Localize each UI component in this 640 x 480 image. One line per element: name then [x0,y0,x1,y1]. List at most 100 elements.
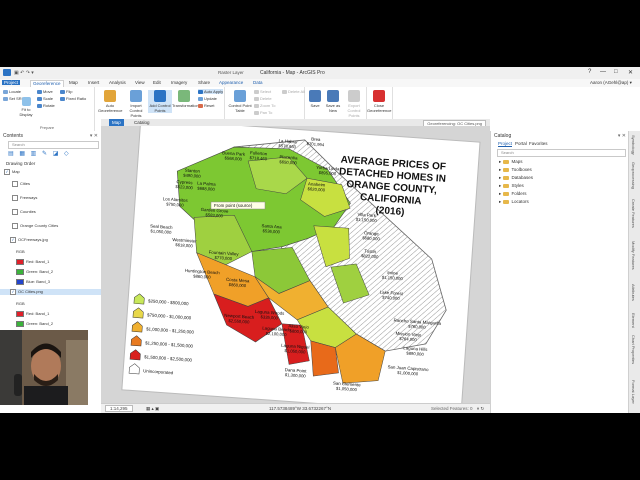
tab-view[interactable]: View [133,80,147,85]
tab-georeference[interactable]: Georeference [30,80,64,87]
contents-search-input[interactable]: Search [8,141,99,149]
import-control-points-button[interactable]: Import Control Points [124,90,148,118]
layer-checkbox[interactable] [12,209,18,215]
layer-checkbox[interactable] [12,223,18,229]
layer-checkbox[interactable] [12,181,18,187]
map-canvas[interactable]: AVERAGE PRICES OF DETACHED HOMES IN ORAN… [101,126,490,403]
tab-catalog-view[interactable]: Catalog [131,119,153,126]
catalog-item[interactable]: ▸ Locators [499,199,529,205]
contents-toolbar-icon[interactable]: ▤ ▦ ▥ ✎ ◪ ◇ [8,150,71,157]
tab-map[interactable]: Map [67,80,80,85]
auto-georeference-button[interactable]: Auto Georeference [98,90,122,113]
side-panel-tab[interactable]: Create Features [631,199,636,228]
fixed-ratio-button[interactable]: Fixed Ratio [60,96,86,101]
layer-item[interactable]: ✓ Map [4,169,20,175]
tab-insert[interactable]: Insert [86,80,101,85]
layer-checkbox[interactable]: ✓ [10,289,16,295]
tab-project[interactable]: Project [2,80,21,85]
export-control-points-button[interactable]: Export Control Points [342,90,366,118]
layer-item[interactable]: RGB [16,301,25,307]
close-georeference-button[interactable]: Close Georeference [367,90,391,113]
layer-checkbox[interactable] [12,195,18,201]
side-panel-tab[interactable]: Modify Features [631,241,636,270]
tab-share[interactable]: Share [196,80,212,85]
layer-item[interactable]: Green: Band_2 [16,321,53,327]
layer-item[interactable]: Counties [12,209,36,215]
layer-item[interactable]: Green: Band_2 [16,269,53,275]
locate-button[interactable]: Locate [3,89,21,94]
expand-icon[interactable]: ▸ [499,175,503,180]
expand-icon[interactable]: ▸ [499,159,503,164]
tab-map-view[interactable]: Map [109,119,124,126]
layer-item[interactable]: ✓ OC Cities.png [0,289,110,295]
help-icon[interactable]: ? [588,69,591,75]
catalog-tab-favorites[interactable]: Favorites [529,141,548,146]
minimize-button[interactable]: — [600,69,606,75]
expand-icon[interactable]: ▸ [499,183,503,188]
layer-item[interactable]: Red: Band_1 [16,259,49,265]
expand-icon[interactable]: ▸ [499,191,503,196]
map-view[interactable]: AVERAGE PRICES OF DETACHED HOMES IN ORAN… [101,126,490,403]
catalog-item[interactable]: ▸ Toolboxes [499,167,532,173]
tab-edit[interactable]: Edit [151,80,163,85]
catalog-item[interactable]: ▸ Maps [499,159,523,165]
fit-to-display-button[interactable]: Fit to Display [18,97,34,117]
pause-drawing-icon[interactable]: ⏸ ↻ [477,406,484,412]
catalog-item[interactable]: ▸ Folders [499,191,527,197]
tab-imagery[interactable]: Imagery [169,80,189,85]
flip-button[interactable]: Flip [60,89,72,94]
layer-label: Freeways [20,195,38,201]
status-tools-icon[interactable]: ▦ ▴ ▣ [146,406,159,412]
layer-item[interactable]: Freeways [12,195,37,201]
side-panel-tab[interactable]: Format Layer [631,380,636,404]
catalog-item[interactable]: ▸ Databases [499,175,533,181]
tab-appearance[interactable]: Appearance [217,80,245,85]
scale-button[interactable]: Scale [37,96,53,101]
update-button[interactable]: Update [198,96,217,101]
auto-apply-toggle[interactable]: Auto Apply [198,89,224,94]
layer-item[interactable]: RGB [16,249,25,255]
catalog-options-icon[interactable]: ▾ ✕ [618,133,626,139]
reset-button[interactable]: Reset [198,103,214,108]
add-control-points-button[interactable]: Add Control Points [148,90,172,113]
close-window-button[interactable]: ✕ [628,69,633,76]
user-account[interactable]: Aaron (AGehl@ap) ▾ [588,80,634,86]
save-button[interactable]: Save [306,90,324,108]
transformation-button[interactable]: Transformation [172,90,199,108]
layer-item[interactable]: Blue: Band_3 [16,279,50,285]
layer-item[interactable]: Red: Band_1 [16,311,49,317]
layer-checkbox[interactable]: ✓ [4,169,10,175]
side-panel-tab[interactable]: Geoprocessing [631,162,636,189]
catalog-tab-project[interactable]: Project [498,141,513,147]
layer-item[interactable]: Orange County Cities [12,223,58,229]
layer-item[interactable]: Cities [12,181,30,187]
catalog-item[interactable]: ▸ Styles [499,183,524,189]
side-panel-tab[interactable]: Attributes [631,284,636,301]
expand-icon[interactable]: ▸ [499,167,503,172]
quick-access-icon[interactable]: ▣ ↶ ↷ ▾ [14,70,34,76]
pan-to-button[interactable]: Pan To [254,110,272,115]
pane-options-icon[interactable]: ▾ ✕ [90,133,98,139]
tab-analysis[interactable]: Analysis [107,80,128,85]
side-panel-tab[interactable]: Element [631,313,636,328]
control-point-table-button[interactable]: Control Point Table [228,90,252,113]
move-button[interactable]: Move [37,89,53,94]
expand-icon[interactable]: ▸ [499,199,503,204]
tab-data[interactable]: Data [251,80,265,85]
presenter-image [0,330,88,405]
catalog-search-input[interactable]: Search [497,149,626,157]
catalog-tab-portal[interactable]: Portal [515,141,527,146]
maximize-button[interactable]: □ [614,69,618,75]
scale-selector[interactable]: 1:14,295 [105,405,133,412]
layer-item[interactable]: ✓ OCFreeways.jpg [10,237,48,243]
side-panel-tab[interactable]: Chart Properties [631,335,636,364]
catalog-title: Catalog [494,133,512,139]
zoom-to-button[interactable]: Zoom To [254,103,276,108]
layer-checkbox[interactable]: ✓ [10,237,16,243]
delete-all-button[interactable]: Delete All [282,89,305,94]
save-as-new-button[interactable]: Save as New [324,90,342,113]
select-button[interactable]: Select [254,89,271,94]
delete-button[interactable]: Delete [254,96,272,101]
rotate-button[interactable]: Rotate [37,103,55,108]
side-panel-tab[interactable]: Symbology [631,135,636,155]
